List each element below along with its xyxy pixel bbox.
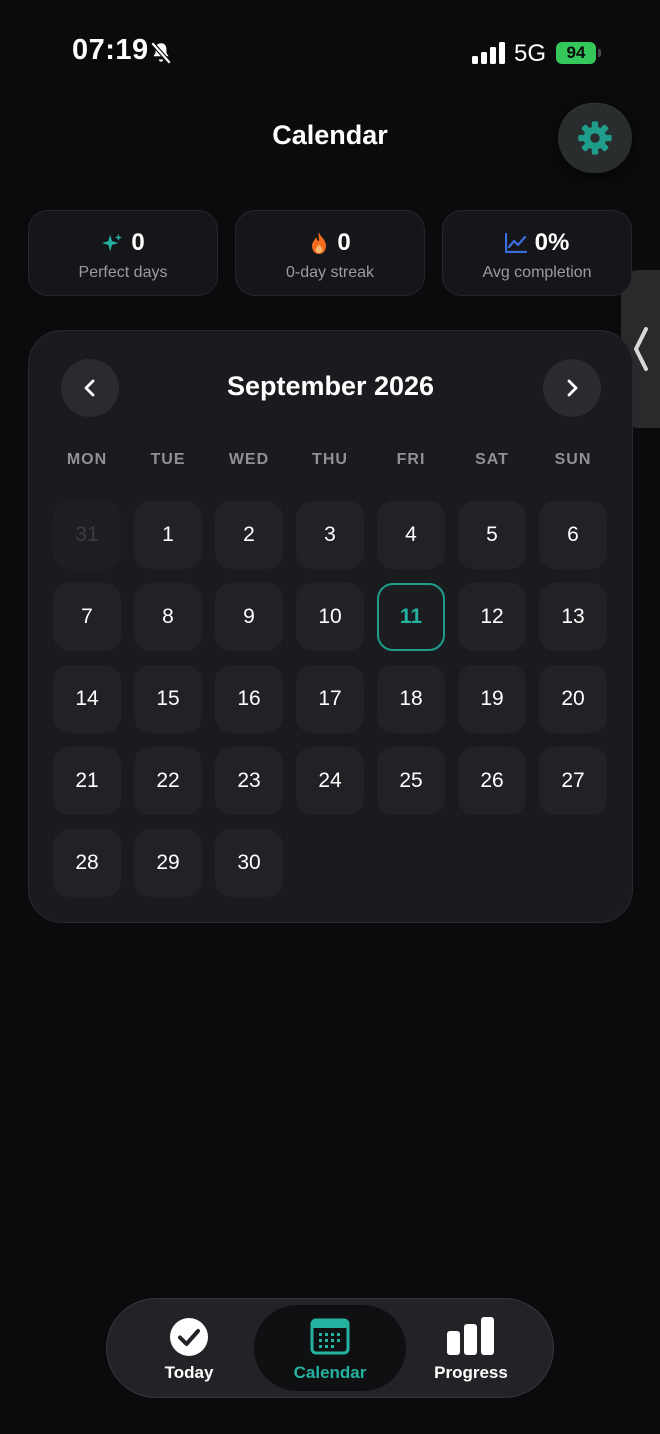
tab-bar: Today Calendar Progress xyxy=(106,1298,554,1398)
chevron-left-icon xyxy=(634,327,648,371)
day-cell[interactable]: 7 xyxy=(53,583,121,651)
day-cell[interactable]: 10 xyxy=(296,583,364,651)
weekday-label: SAT xyxy=(475,451,509,468)
day-cell[interactable]: 26 xyxy=(458,747,526,815)
day-cell[interactable]: 18 xyxy=(377,665,445,733)
battery-level: 94 xyxy=(566,43,586,62)
day-cell[interactable]: 8 xyxy=(134,583,202,651)
day-cell[interactable]: 14 xyxy=(53,665,121,733)
day-cell[interactable]: 28 xyxy=(53,829,121,897)
day-cell[interactable]: 13 xyxy=(539,583,607,651)
day-cell[interactable]: 25 xyxy=(377,747,445,815)
day-cell-today[interactable]: 11 xyxy=(377,583,445,651)
day-cell[interactable]: 31 xyxy=(53,501,121,569)
battery-indicator: 94 xyxy=(556,42,596,64)
stat-value: 0 xyxy=(337,229,351,256)
weekday-label: THU xyxy=(312,451,348,468)
checkmark-circle-icon xyxy=(170,1318,208,1356)
calendar-card: September 2026 MON TUE WED THU FRI SAT SUN 31 1… xyxy=(28,330,633,923)
day-cell[interactable]: 2 xyxy=(215,501,283,569)
trend-chart-icon xyxy=(504,233,527,253)
stat-card-streak: 0 0-day streak xyxy=(235,210,425,296)
day-cell[interactable]: 21 xyxy=(53,747,121,815)
day-cell[interactable]: 9 xyxy=(215,583,283,651)
day-cell[interactable]: 15 xyxy=(134,665,202,733)
stat-value: 0 xyxy=(131,229,145,256)
day-cell[interactable]: 20 xyxy=(539,665,607,733)
day-cell[interactable]: 5 xyxy=(458,501,526,569)
tab-label: Progress xyxy=(434,1363,508,1382)
day-cell[interactable]: 27 xyxy=(539,747,607,815)
stat-value: 0% xyxy=(534,229,570,256)
stat-label: Perfect days xyxy=(78,264,168,281)
weekday-label: TUE xyxy=(150,451,186,468)
month-title: September 2026 xyxy=(226,371,435,401)
weekday-label: SUN xyxy=(554,451,592,468)
tab-label: Calendar xyxy=(293,1363,367,1382)
stat-card-perfect-days: 0 Perfect days xyxy=(28,210,218,296)
day-cell[interactable]: 24 xyxy=(296,747,364,815)
status-bar: 07:19 5G 94 xyxy=(0,0,660,100)
battery-tip xyxy=(598,49,601,57)
day-cell[interactable]: 3 xyxy=(296,501,364,569)
stat-label: Avg completion xyxy=(482,264,592,281)
day-cell[interactable]: 30 xyxy=(215,829,283,897)
gear-icon xyxy=(578,121,612,155)
next-month-button[interactable] xyxy=(543,359,601,417)
day-cell[interactable]: 6 xyxy=(539,501,607,569)
network-label: 5G xyxy=(514,40,547,67)
weekday-label: FRI xyxy=(396,451,426,468)
weekday-label: MON xyxy=(66,451,108,468)
flame-icon xyxy=(312,232,327,254)
tab-label: Today xyxy=(164,1363,214,1382)
tab-progress[interactable]: Progress xyxy=(395,1305,547,1391)
weekday-label: WED xyxy=(228,451,270,468)
stat-card-avg-completion: 0% Avg completion xyxy=(442,210,632,296)
bell-off-icon xyxy=(150,41,172,65)
day-cell[interactable]: 23 xyxy=(215,747,283,815)
day-cell[interactable]: 1 xyxy=(134,501,202,569)
calendar-icon xyxy=(310,1318,350,1355)
signal-icon xyxy=(472,42,505,64)
day-cell[interactable]: 4 xyxy=(377,501,445,569)
day-cell[interactable]: 29 xyxy=(134,829,202,897)
bar-chart-icon xyxy=(447,1317,494,1355)
day-cell[interactable]: 12 xyxy=(458,583,526,651)
chevron-right-icon xyxy=(567,379,578,397)
settings-button[interactable] xyxy=(558,103,632,173)
day-cell[interactable]: 22 xyxy=(134,747,202,815)
sparkle-icon xyxy=(102,233,123,252)
day-cell[interactable]: 16 xyxy=(215,665,283,733)
day-cell[interactable]: 17 xyxy=(296,665,364,733)
status-time: 07:19 xyxy=(72,34,149,66)
tab-today[interactable]: Today xyxy=(113,1305,265,1391)
day-cell[interactable]: 19 xyxy=(458,665,526,733)
stat-label: 0-day streak xyxy=(285,264,375,281)
tab-calendar[interactable]: Calendar xyxy=(254,1305,406,1391)
